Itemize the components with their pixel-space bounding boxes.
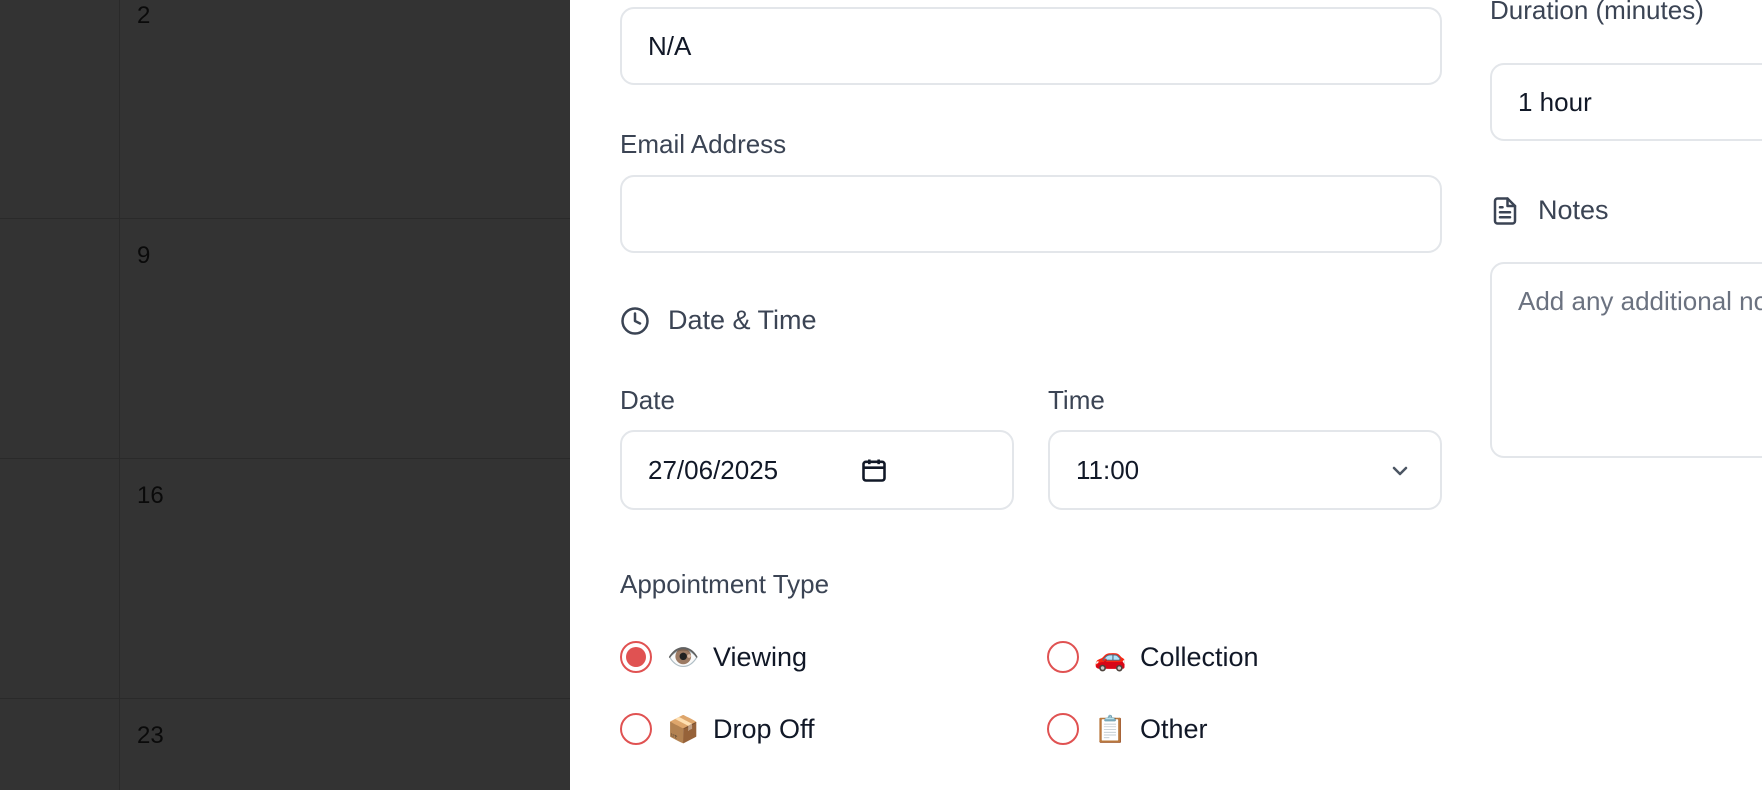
radio-label: Other [1140,713,1208,744]
calendar-row-divider [0,698,570,699]
date-input[interactable]: 27/06/2025 [620,430,1014,510]
radio-viewing[interactable]: 👁️ Viewing [620,641,807,673]
chevron-down-icon [1392,466,1408,476]
date-value: 27/06/2025 [648,454,779,485]
time-value: 11:00 [1076,454,1140,485]
calendar-day-cell[interactable]: 2 [137,2,150,30]
calendar-day-cell[interactable]: 16 [137,482,164,510]
appointment-modal: N/A Email Address Date & Time Date 27/06… [570,0,1762,790]
radio-button-selected[interactable] [620,641,652,673]
calendar-row-divider [0,458,570,459]
datetime-section-title: Date & Time [620,305,817,336]
notes-textarea[interactable]: Add any additional notes... [1490,262,1762,458]
notes-title-text: Notes [1538,195,1609,225]
phone-field[interactable]: N/A [620,7,1442,85]
notes-placeholder: Add any additional notes... [1518,286,1762,316]
calendar-icon[interactable] [860,456,888,484]
document-icon [1493,196,1517,225]
radio-label: Collection [1140,641,1259,672]
date-label: Date [620,385,675,415]
radio-collection[interactable]: 🚗 Collection [1047,641,1259,673]
calendar-day-cell[interactable]: 23 [137,722,164,750]
email-label: Email Address [620,129,787,159]
duration-label: Duration (minutes) [1490,0,1704,25]
email-field[interactable] [620,175,1442,253]
time-select[interactable]: 11:00 [1048,430,1442,510]
radio-label: Viewing [713,641,808,672]
eye-icon: 👁️ [667,641,700,672]
radio-label: Drop Off [713,713,815,744]
radio-button[interactable] [620,713,652,745]
clock-icon [621,306,649,335]
radio-button[interactable] [1047,641,1079,673]
clipboard-icon: 📋 [1094,713,1127,744]
radio-other[interactable]: 📋 Other [1047,713,1208,745]
calendar-row-divider [0,218,570,219]
duration-select[interactable]: 1 hour [1490,63,1762,141]
calendar-background: 2 9 16 23 [0,0,570,790]
package-icon: 📦 [667,713,700,744]
calendar-column-divider [119,0,120,790]
time-label: Time [1048,385,1105,415]
car-icon: 🚗 [1094,641,1127,672]
notes-section-title: Notes [1490,195,1609,226]
radio-button[interactable] [1047,713,1079,745]
datetime-title-text: Date & Time [668,305,817,335]
appointment-type-label: Appointment Type [620,569,830,599]
calendar-day-cell[interactable]: 9 [137,242,150,270]
radio-drop-off[interactable]: 📦 Drop Off [620,713,815,745]
